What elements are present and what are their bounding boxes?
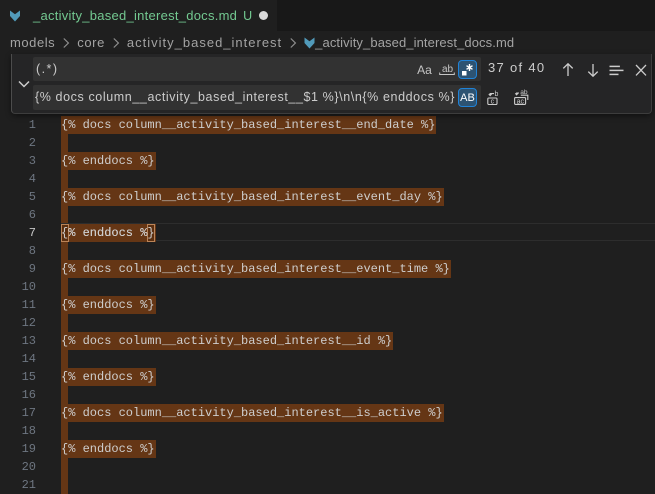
svg-text:c: c bbox=[491, 99, 495, 105]
svg-text:ab: ab bbox=[520, 89, 528, 96]
svg-text:ac: ac bbox=[517, 98, 525, 105]
svg-text:b: b bbox=[495, 91, 499, 98]
svg-text:ab: ab bbox=[442, 64, 454, 75]
